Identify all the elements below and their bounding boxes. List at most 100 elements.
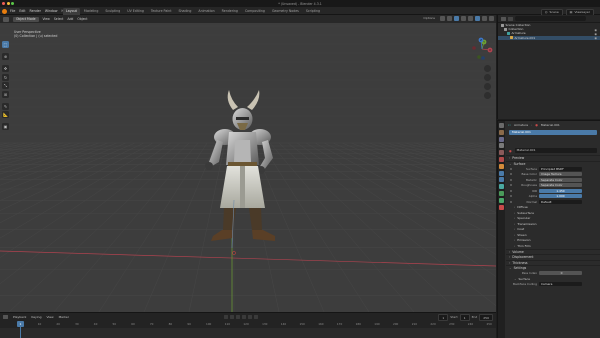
measure-tool-icon[interactable]: 📐 <box>2 111 9 118</box>
pan-hand-icon[interactable] <box>484 74 491 81</box>
properties-panel[interactable]: ⊷ Armature › ● Material.001 Material.001… <box>497 120 600 338</box>
cursor-tool-icon[interactable]: ⊕ <box>2 53 9 60</box>
end-frame-field[interactable]: 250 <box>479 314 493 321</box>
editor-type-icon[interactable] <box>3 16 9 22</box>
menu-file[interactable]: File <box>10 9 15 13</box>
workspace-tab-scripting[interactable]: Scripting <box>303 8 323 15</box>
property-value-field[interactable]: 1.450 <box>539 188 582 193</box>
options-menu[interactable]: Options <box>423 16 435 21</box>
knight-3d-model[interactable] <box>195 90 290 250</box>
render-tab-icon[interactable] <box>499 129 504 135</box>
workspace-tab-rendering[interactable]: Rendering <box>219 8 241 15</box>
viewport-menu-select[interactable]: Select <box>54 17 64 21</box>
outliner-row[interactable]: Armature.001 ◉ <box>498 35 600 40</box>
workspace-tab-sculpting[interactable]: Sculpting <box>102 8 123 15</box>
property-value-field[interactable]: Separate Color <box>539 183 582 188</box>
outliner-editor-type-icon[interactable] <box>501 16 506 21</box>
view-layer-tab-icon[interactable] <box>499 143 504 149</box>
menu-render[interactable]: Render <box>30 9 41 13</box>
overlay-toggle-icon[interactable] <box>454 16 459 21</box>
move-tool-icon[interactable]: ✥ <box>2 65 9 72</box>
play-reverse-icon[interactable] <box>235 314 240 319</box>
navigation-gizmo[interactable]: X Y Z <box>470 37 494 61</box>
viewport-menu-add[interactable]: Add <box>67 17 73 21</box>
material-shading-icon[interactable] <box>482 16 487 21</box>
viewport-menu-view[interactable]: View <box>43 17 50 21</box>
workspace-tab-compositing[interactable]: Compositing <box>242 8 268 15</box>
xray-icon[interactable] <box>461 16 466 21</box>
3d-viewport[interactable]: Object Mode View Select Add Object Optio… <box>0 15 496 312</box>
property-value-field[interactable]: Image Texture <box>539 172 582 177</box>
material-name-field[interactable]: Material.001 <box>514 148 597 153</box>
prev-keyframe-icon[interactable] <box>229 314 234 319</box>
socket-dot-icon[interactable] <box>510 200 512 203</box>
jump-end-icon[interactable] <box>253 314 258 319</box>
object-tab-icon[interactable] <box>499 163 504 169</box>
menu-window[interactable]: Window <box>45 9 58 13</box>
perspective-toggle-icon[interactable] <box>484 92 491 99</box>
tool-tab-icon[interactable] <box>499 123 504 128</box>
timeline-menu-marker[interactable]: Marker <box>59 315 69 319</box>
data-tab-icon[interactable] <box>499 197 504 203</box>
timeline-menu-view[interactable]: View <box>46 315 53 319</box>
property-value-field[interactable]: 1.000 <box>539 194 582 199</box>
timeline-editor[interactable]: Playback Keying View Marker 1 Start 1 En… <box>0 312 496 338</box>
rotate-tool-icon[interactable]: ↻ <box>2 73 9 81</box>
workspace-tab-uv-editing[interactable]: UV Editing <box>124 8 147 15</box>
socket-dot-icon[interactable] <box>510 184 512 186</box>
socket-dot-icon[interactable] <box>510 189 512 192</box>
rendered-shading-icon[interactable] <box>489 16 494 21</box>
display-mode-icon[interactable] <box>508 16 513 21</box>
zoom-icon[interactable] <box>484 65 491 72</box>
property-value-field[interactable]: Default <box>539 199 582 204</box>
viewport-menu-object[interactable]: Object <box>77 17 87 21</box>
transform-tool-icon[interactable]: ⊞ <box>2 90 9 98</box>
wireframe-shading-icon[interactable] <box>468 16 473 21</box>
add-cube-tool-icon[interactable]: ▣ <box>2 123 9 130</box>
socket-dot-icon[interactable] <box>510 173 512 175</box>
physics-tab-icon[interactable] <box>499 184 504 190</box>
workspace-tab-modeling[interactable]: Modeling <box>81 8 102 15</box>
menu-edit[interactable]: Edit <box>19 9 25 13</box>
socket-dot-icon[interactable] <box>510 195 512 197</box>
workspace-tab-geometry-nodes[interactable]: Geometry Nodes <box>269 8 302 15</box>
modifier-tab-icon[interactable] <box>499 170 504 176</box>
gizmo-toggle-icon[interactable] <box>447 16 452 21</box>
timeline-track[interactable] <box>0 328 496 338</box>
start-frame-field[interactable]: 1 <box>459 314 470 321</box>
select-box-tool-icon[interactable]: ⬚ <box>2 41 9 48</box>
frame-ruler[interactable]: 0102030405060708090100110120130140150160… <box>0 322 496 327</box>
timeline-menu-keying[interactable]: Keying <box>31 315 41 319</box>
particles-tab-icon[interactable] <box>499 177 504 183</box>
mode-selector[interactable]: Object Mode <box>13 16 39 22</box>
world-tab-icon[interactable] <box>499 156 504 162</box>
workspace-tab-layout[interactable]: Layout <box>63 7 80 15</box>
output-tab-icon[interactable] <box>499 136 504 142</box>
scale-tool-icon[interactable]: ⤡ <box>2 82 9 89</box>
outliner-search-input[interactable] <box>515 16 586 21</box>
jump-start-icon[interactable] <box>223 314 228 319</box>
camera-view-icon[interactable] <box>484 83 491 90</box>
backface-field[interactable]: Camera <box>539 282 582 287</box>
property-value-field[interactable]: Principled BSDF <box>539 166 582 171</box>
material-tab-icon[interactable] <box>499 204 504 210</box>
constraints-tab-icon[interactable] <box>499 190 504 196</box>
blender-logo-icon[interactable] <box>2 8 7 14</box>
pass-index-field[interactable]: 0 <box>539 271 582 276</box>
material-slot-list[interactable]: Material.001 <box>509 130 597 135</box>
property-value-field[interactable]: Separate Color <box>539 177 582 182</box>
outliner-panel[interactable]: Scene Collection Collection ◉ Armature ◉ Arma… <box>497 15 600 119</box>
visibility-icon[interactable] <box>440 16 445 21</box>
socket-dot-icon[interactable] <box>510 178 512 181</box>
visibility-eye-icon[interactable]: ◉ <box>594 36 597 40</box>
timeline-editor-type-icon[interactable] <box>3 314 8 319</box>
solid-shading-icon[interactable] <box>475 16 480 21</box>
play-icon[interactable] <box>241 314 246 319</box>
workspace-tab-shading[interactable]: Shading <box>175 8 194 15</box>
annotate-tool-icon[interactable]: ✎ <box>2 102 9 110</box>
workspace-tab-animation[interactable]: Animation <box>195 8 217 15</box>
workspace-tab-texture-paint[interactable]: Texture Paint <box>148 8 175 15</box>
socket-dot-icon[interactable] <box>510 167 512 170</box>
scene-tab-icon[interactable] <box>499 150 504 156</box>
next-keyframe-icon[interactable] <box>247 314 252 319</box>
